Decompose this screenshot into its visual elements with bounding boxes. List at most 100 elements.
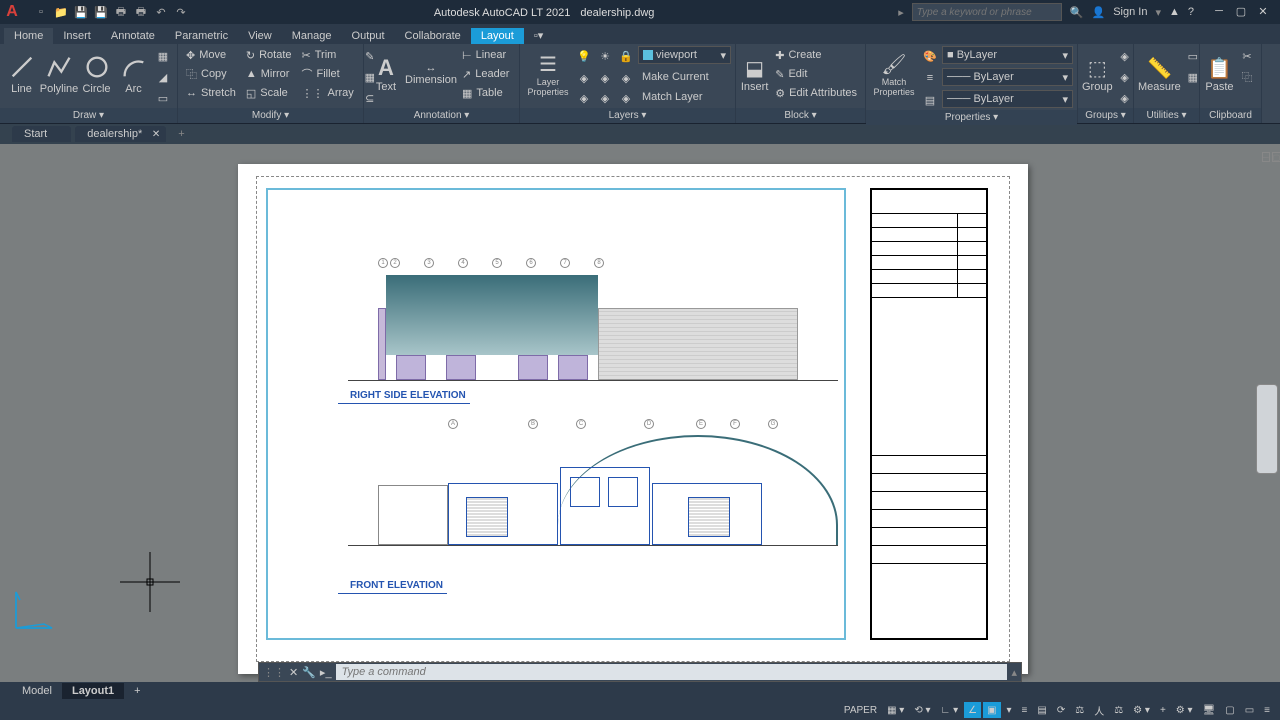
panel-modify[interactable]: Modify ▾ <box>178 108 363 123</box>
command-input[interactable] <box>336 664 1008 680</box>
tab-collaborate[interactable]: Collaborate <box>395 28 471 44</box>
mirror-button[interactable]: ▲Mirror <box>242 65 296 83</box>
copy-button[interactable]: ⿻Copy <box>182 65 240 83</box>
color-combo[interactable]: ■ ByLayer▾ <box>942 46 1073 64</box>
copy-clip-icon[interactable]: ⿻ <box>1237 67 1257 87</box>
linetype-combo[interactable]: ─── ByLayer▾ <box>942 90 1073 108</box>
status-otrack-icon[interactable]: ▾ <box>1003 702 1016 718</box>
drawing-canvas[interactable]: ─ ▢ ✕ 1 2 3 4 5 6 7 8 RIGHT SIDE ELEVATI… <box>0 144 1280 682</box>
status-osnap-icon[interactable]: ▣ <box>983 702 1000 718</box>
status-lw-icon[interactable]: ≡ <box>1018 702 1032 718</box>
qat-open-icon[interactable]: 📁 <box>52 3 70 21</box>
cmd-handle-icon[interactable]: ⋮⋮ <box>263 666 285 679</box>
array-button[interactable]: ⋮⋮Array <box>298 84 358 102</box>
measure-button[interactable]: 📏Measure <box>1138 46 1181 102</box>
layer-combo[interactable]: viewport▾ <box>638 46 731 64</box>
status-anno1-icon[interactable]: ⚖ <box>1071 702 1088 718</box>
tab-extra-icon[interactable]: ▫▾ <box>524 27 553 44</box>
create-block-button[interactable]: ✚Create <box>771 46 861 64</box>
doctab-file[interactable]: dealership*✕ <box>75 126 166 142</box>
status-ortho-icon[interactable]: ∟ ▾ <box>937 702 963 718</box>
stretch-button[interactable]: ↔Stretch <box>182 84 240 102</box>
status-anno2-icon[interactable]: 人 <box>1090 702 1108 718</box>
edit-attr-button[interactable]: ⚙Edit Attributes <box>771 84 861 102</box>
window-restore-button[interactable]: ▢ <box>1232 5 1250 19</box>
draw-extra1-icon[interactable]: ▦ <box>153 46 173 66</box>
layer-ex6-icon[interactable]: ◈ <box>616 88 636 108</box>
move-button[interactable]: ✥Move <box>182 46 240 64</box>
search-arrow-icon[interactable]: ▸ <box>898 6 904 19</box>
qat-new-icon[interactable]: ▫ <box>32 3 50 21</box>
leader-button[interactable]: ↗Leader <box>458 65 513 83</box>
layer-ex5-icon[interactable]: ◈ <box>595 88 615 108</box>
add-layout-button[interactable]: + <box>124 683 150 699</box>
tab-manage[interactable]: Manage <box>282 28 342 44</box>
status-trans-icon[interactable]: ▤ <box>1033 702 1050 718</box>
draw-extra2-icon[interactable]: ◢ <box>153 67 173 87</box>
vp-max-button[interactable]: ▢ <box>1272 152 1280 162</box>
layer-ex4-icon[interactable]: ◈ <box>574 88 594 108</box>
panel-utilities[interactable]: Utilities ▾ <box>1134 108 1199 123</box>
layer-ex3-icon[interactable]: ◈ <box>616 68 636 88</box>
bulb-icon[interactable]: 💡 <box>574 46 594 66</box>
status-grid-icon[interactable]: ▦ ▾ <box>883 702 908 718</box>
panel-block[interactable]: Block ▾ <box>736 108 865 123</box>
new-tab-button[interactable]: + <box>170 128 192 140</box>
status-clean-icon[interactable]: ▭ <box>1241 702 1258 718</box>
qat-plot-icon[interactable]: 🖶 <box>112 3 130 21</box>
panel-groups[interactable]: Groups ▾ <box>1078 108 1133 123</box>
status-monitor-icon[interactable]: 🖥 <box>1199 702 1220 718</box>
tab-layout[interactable]: Layout <box>471 28 524 44</box>
table-button[interactable]: ▦Table <box>458 84 513 102</box>
qat-redo-icon[interactable]: ↷ <box>172 3 190 21</box>
text-button[interactable]: AText <box>368 46 404 102</box>
match-layer-button[interactable]: Match Layer <box>638 88 707 106</box>
status-max-icon[interactable]: ▢ <box>1221 702 1238 718</box>
group-button[interactable]: ⬚Group <box>1082 46 1113 102</box>
group-ex3-icon[interactable]: ◈ <box>1115 88 1135 108</box>
panel-clipboard[interactable]: Clipboard <box>1200 108 1261 123</box>
cmd-history-icon[interactable]: ▴ <box>1011 666 1017 679</box>
status-gear-icon[interactable]: ⚙ ▾ <box>1129 702 1154 718</box>
status-snap-icon[interactable]: ⟲ ▾ <box>910 702 934 718</box>
rotate-button[interactable]: ↻Rotate <box>242 46 296 64</box>
cmd-wrench-icon[interactable]: 🔧 <box>302 666 316 679</box>
lineweight-combo[interactable]: ─── ByLayer▾ <box>942 68 1073 86</box>
linetype-icon[interactable]: ▤ <box>920 90 940 110</box>
tab-home[interactable]: Home <box>4 28 53 44</box>
circle-button[interactable]: Circle <box>79 46 114 102</box>
window-close-button[interactable]: ✕ <box>1254 5 1272 19</box>
status-plus-icon[interactable]: + <box>1156 702 1170 718</box>
insert-button[interactable]: ⬓Insert <box>740 46 769 102</box>
tab-insert[interactable]: Insert <box>53 28 101 44</box>
layer-ex1-icon[interactable]: ◈ <box>574 68 594 88</box>
group-ex1-icon[interactable]: ◈ <box>1115 46 1135 66</box>
signin-button[interactable]: Sign In <box>1113 6 1147 18</box>
window-minimize-button[interactable]: ─ <box>1210 5 1228 19</box>
status-polar-icon[interactable]: ∠ <box>964 702 981 718</box>
qat-undo-icon[interactable]: ↶ <box>152 3 170 21</box>
vp-min-button[interactable]: ─ <box>1262 152 1270 162</box>
match-props-button[interactable]: 🖌Match Properties <box>870 46 918 102</box>
polyline-button[interactable]: Polyline <box>41 46 77 102</box>
group-ex2-icon[interactable]: ◈ <box>1115 67 1135 87</box>
layout-viewport[interactable]: 1 2 3 4 5 6 7 8 RIGHT SIDE ELEVATION A B… <box>266 188 846 640</box>
panel-annotation[interactable]: Annotation ▾ <box>364 108 519 123</box>
make-current-button[interactable]: Make Current <box>638 68 713 86</box>
help-icon[interactable]: ? <box>1188 6 1194 18</box>
sun-icon[interactable]: ☀ <box>595 46 615 66</box>
tab-view[interactable]: View <box>238 28 282 44</box>
draw-extra3-icon[interactable]: ▭ <box>153 88 173 108</box>
dimension-button[interactable]: ↔Dimension <box>406 46 456 102</box>
cut-icon[interactable]: ✂ <box>1237 46 1257 66</box>
search-icon[interactable]: 🔍 <box>1070 6 1084 19</box>
qat-print-icon[interactable]: 🖶 <box>132 3 150 21</box>
cmd-close-icon[interactable]: ✕ <box>289 666 298 679</box>
scale-button[interactable]: ◱Scale <box>242 84 296 102</box>
status-cycle-icon[interactable]: ⟳ <box>1053 702 1069 718</box>
app-exchange-icon[interactable]: ▲ <box>1169 6 1180 18</box>
layer-properties-button[interactable]: ☰Layer Properties <box>524 46 572 102</box>
status-custom-icon[interactable]: ≡ <box>1260 702 1274 718</box>
doctab-start[interactable]: Start <box>12 126 71 142</box>
fillet-button[interactable]: ⌒Fillet <box>298 65 358 83</box>
